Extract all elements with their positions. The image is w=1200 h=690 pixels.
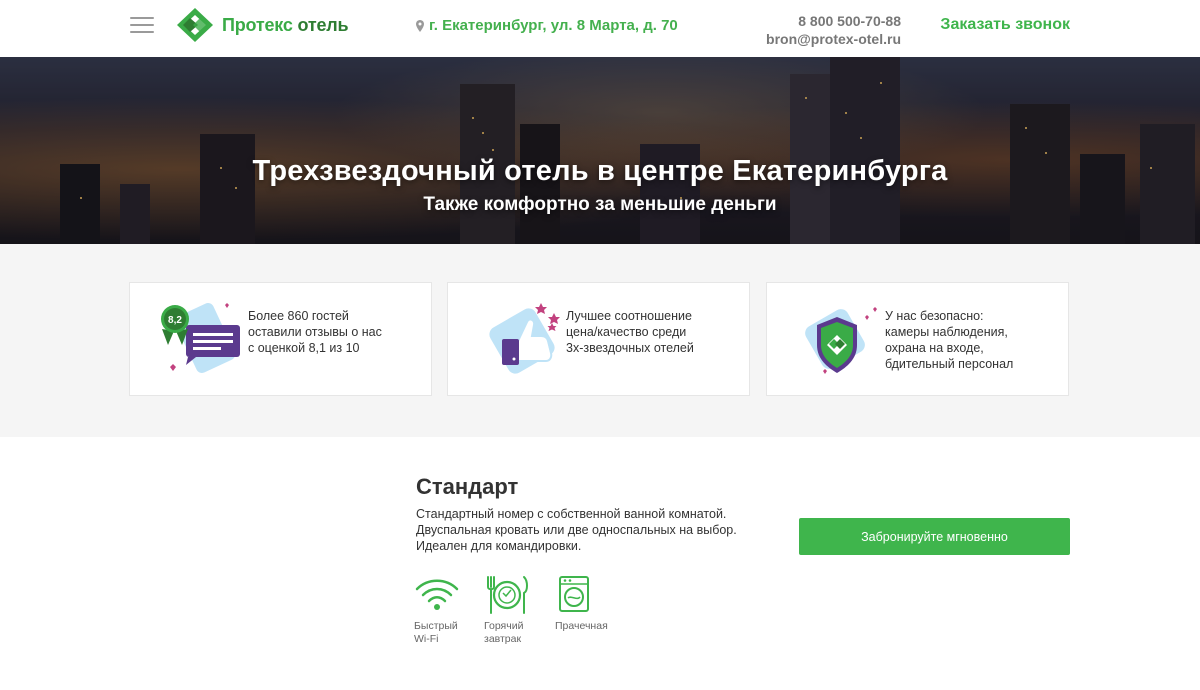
book-now-button[interactable]: Забронируйте мгновенно	[799, 518, 1070, 555]
amenity-label: Прачечная	[555, 620, 608, 632]
shield-icon	[805, 307, 877, 374]
phone-link[interactable]: 8 800 500-70-88	[766, 12, 901, 30]
menu-burger-icon[interactable]	[130, 16, 154, 34]
address: г. Екатеринбург, ул. 8 Марта, д. 70	[416, 17, 678, 34]
logo-icon	[177, 8, 213, 42]
feature-card-security: У нас безопасно: камеры наблюдения, охра…	[766, 282, 1069, 396]
feature-card-value: Лучшее соотношение цена/качество среди 3…	[447, 282, 750, 396]
feature-card-reviews: 8,2 Более 860 гостей оставили отзывы о н…	[129, 282, 432, 396]
wifi-icon	[415, 579, 459, 610]
feature-text: Лучшее соотношение цена/качество среди 3…	[566, 309, 694, 355]
breakfast-icon	[487, 576, 528, 614]
email-link[interactable]: bron@protex-otel.ru	[766, 30, 901, 48]
amenity-label: Быстрый Wi-Fi	[414, 620, 458, 645]
room-description: Стандартный номер с собственной ванной к…	[416, 507, 737, 553]
site-header: Протекс отель г. Екатеринбург, ул. 8 Мар…	[0, 0, 1200, 57]
feature-text: У нас безопасно: камеры наблюдения, охра…	[885, 309, 1014, 371]
rating-badge-icon: 8,2	[161, 303, 240, 373]
address-text: г. Екатеринбург, ул. 8 Марта, д. 70	[429, 17, 678, 34]
rating-badge-value: 8,2	[168, 315, 182, 326]
logo-text: Протекс отель	[222, 14, 349, 35]
callback-link[interactable]: Заказать звонок	[940, 16, 1070, 34]
map-pin-icon	[416, 19, 424, 32]
laundry-icon	[559, 576, 589, 612]
logo[interactable]: Протекс отель	[176, 7, 349, 43]
hero-banner: Трехзвездочный отель в центре Екатеринбу…	[0, 57, 1200, 244]
amenity-wifi: Быстрый Wi-Fi	[414, 575, 484, 646]
amenity-breakfast: Горячий завтрак	[484, 575, 554, 646]
hero-subtitle: Также комфортно за меньшие деньги	[423, 194, 777, 215]
hero-title: Трехзвездочный отель в центре Екатеринбу…	[252, 155, 948, 187]
contacts: 8 800 500-70-88 bron@protex-otel.ru	[766, 12, 901, 48]
amenity-laundry: Прачечная	[555, 575, 625, 633]
features-section: 8,2 Более 860 гостей оставили отзывы о н…	[0, 244, 1200, 437]
thumbs-up-icon	[489, 303, 560, 374]
amenity-label: Горячий завтрак	[484, 620, 524, 645]
room-title: Стандарт	[416, 474, 519, 499]
feature-text: Более 860 гостей оставили отзывы о нас с…	[248, 309, 382, 355]
